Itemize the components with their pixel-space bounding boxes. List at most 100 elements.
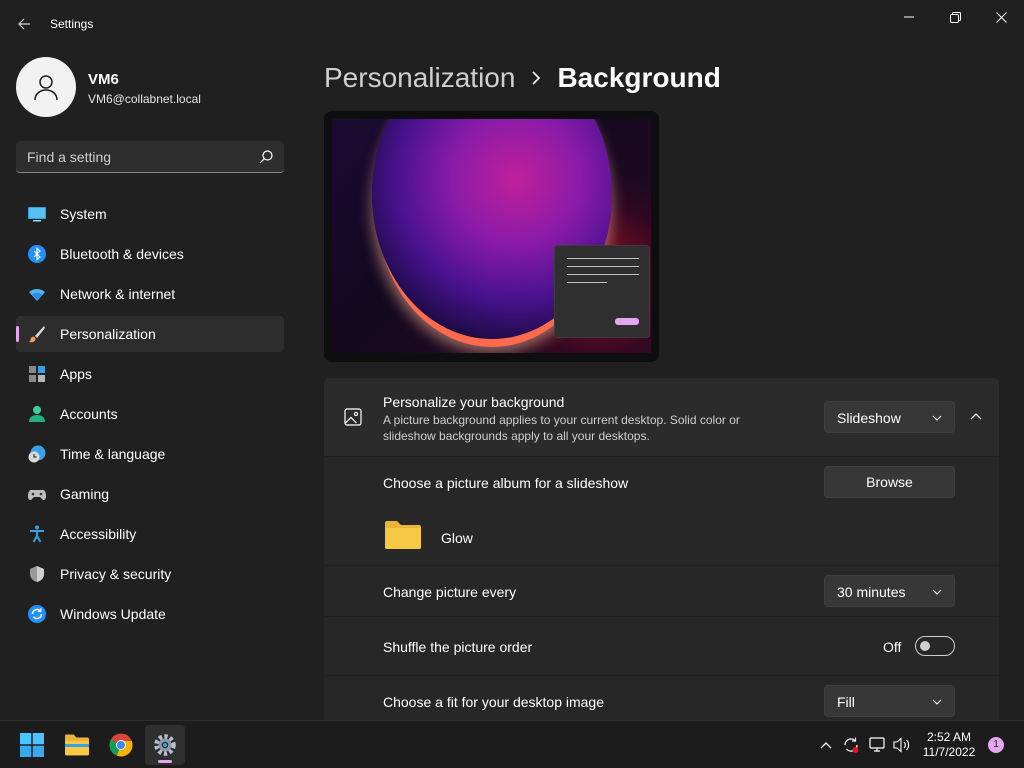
page-title: Background bbox=[557, 62, 721, 93]
sidebar-item-label: Network & internet bbox=[60, 286, 176, 302]
restore-icon bbox=[949, 11, 961, 23]
chrome-button[interactable] bbox=[101, 725, 141, 765]
chevron-up-icon bbox=[820, 742, 832, 749]
user-name: VM6 bbox=[88, 71, 119, 88]
sidebar-item-accounts[interactable]: Accounts bbox=[16, 396, 284, 432]
back-arrow-icon bbox=[18, 18, 30, 30]
person-icon bbox=[29, 406, 45, 422]
shuffle-toggle[interactable] bbox=[915, 636, 955, 656]
change-picture-row: Change picture every 30 minutes bbox=[324, 566, 999, 616]
sidebar-item-personalization[interactable]: Personalization bbox=[16, 316, 284, 352]
collapse-button[interactable] bbox=[962, 402, 990, 430]
browse-button[interactable]: Browse bbox=[824, 466, 955, 498]
sidebar-item-label: Accounts bbox=[60, 406, 118, 422]
personalize-description: A picture background applies to your cur… bbox=[383, 413, 740, 443]
person-icon bbox=[34, 75, 58, 101]
accessibility-icon bbox=[30, 525, 44, 543]
app-title: Settings bbox=[50, 17, 94, 31]
paintbrush-icon bbox=[28, 326, 45, 343]
clock-date: 11/7/2022 bbox=[922, 745, 976, 759]
wallpaper-preview-image bbox=[332, 119, 651, 353]
sidebar-item-apps[interactable]: Apps bbox=[16, 356, 284, 392]
sync-alert-icon bbox=[844, 737, 859, 753]
gamepad-icon bbox=[28, 490, 46, 500]
windows-start-icon bbox=[20, 733, 44, 757]
sidebar-item-label: Time & language bbox=[60, 446, 166, 462]
sidebar-item-network[interactable]: Network & internet bbox=[16, 276, 284, 312]
dropdown-value: Fill bbox=[837, 694, 855, 710]
file-explorer-button[interactable] bbox=[57, 725, 97, 765]
sidebar-item-label: Gaming bbox=[60, 486, 110, 502]
fit-dropdown[interactable]: Fill bbox=[824, 685, 955, 717]
fit-title: Choose a fit for your desktop image bbox=[383, 694, 605, 710]
volume-tray-button[interactable] bbox=[893, 736, 911, 754]
network-tray-button[interactable] bbox=[869, 736, 887, 754]
search-icon[interactable] bbox=[258, 149, 274, 165]
chevron-right-icon bbox=[531, 70, 541, 86]
sidebar-item-time-language[interactable]: Time & language bbox=[16, 436, 284, 472]
restore-button[interactable] bbox=[932, 4, 978, 30]
change-interval-dropdown[interactable]: 30 minutes bbox=[824, 575, 955, 607]
sidebar-item-windows-update[interactable]: Windows Update bbox=[16, 596, 284, 632]
search-box[interactable] bbox=[16, 141, 284, 173]
breadcrumb-parent[interactable]: Personalization bbox=[324, 62, 515, 94]
shuffle-row: Shuffle the picture order Off bbox=[324, 617, 999, 675]
network-icon bbox=[869, 737, 885, 752]
notification-badge[interactable]: 1 bbox=[988, 737, 1004, 753]
settings-icon bbox=[154, 734, 176, 756]
image-icon bbox=[344, 408, 362, 426]
close-button[interactable] bbox=[978, 4, 1024, 30]
chevron-down-icon bbox=[932, 415, 942, 421]
user-email: VM6@collabnet.local bbox=[88, 92, 201, 106]
sidebar-item-bluetooth[interactable]: Bluetooth & devices bbox=[16, 236, 284, 272]
sidebar-item-label: Accessibility bbox=[60, 526, 137, 542]
volume-icon bbox=[893, 737, 910, 753]
preview-accent-button bbox=[615, 318, 639, 325]
fit-row: Choose a fit for your desktop image Fill bbox=[324, 676, 999, 720]
taskbar-clock[interactable]: 2:52 AM 11/7/2022 bbox=[916, 730, 982, 760]
search-input[interactable] bbox=[16, 141, 246, 172]
file-explorer-icon bbox=[65, 734, 89, 756]
clock-time: 2:52 AM bbox=[926, 730, 972, 744]
sidebar-item-gaming[interactable]: Gaming bbox=[16, 476, 284, 512]
sidebar-item-privacy[interactable]: Privacy & security bbox=[16, 556, 284, 592]
chrome-icon bbox=[109, 733, 133, 757]
sidebar-item-label: System bbox=[60, 206, 107, 222]
start-button[interactable] bbox=[12, 725, 52, 765]
chevron-down-icon bbox=[932, 699, 942, 705]
bluetooth-icon bbox=[28, 245, 46, 263]
avatar bbox=[16, 57, 76, 117]
shield-icon bbox=[30, 566, 44, 582]
title-bar: Settings bbox=[0, 0, 1024, 48]
personalize-background-row: Personalize your background A picture ba… bbox=[324, 378, 999, 456]
slideshow-album-row: Choose a picture album for a slideshow B… bbox=[324, 457, 999, 565]
sidebar-item-label: Apps bbox=[60, 366, 92, 382]
dropdown-value: Slideshow bbox=[837, 410, 901, 426]
album-folder-name: Glow bbox=[441, 530, 473, 546]
toggle-state-label: Off bbox=[883, 639, 902, 655]
album-title: Choose a picture album for a slideshow bbox=[383, 475, 629, 491]
desktop-preview bbox=[324, 111, 659, 362]
chevron-up-icon bbox=[970, 413, 982, 420]
sidebar-item-label: Bluetooth & devices bbox=[60, 246, 184, 262]
settings-taskbar-button[interactable] bbox=[145, 725, 185, 765]
sidebar-item-system[interactable]: System bbox=[16, 196, 284, 232]
taskbar: 2:52 AM 11/7/2022 1 bbox=[0, 720, 1024, 768]
chevron-down-icon bbox=[932, 589, 942, 595]
sidebar-item-label: Privacy & security bbox=[60, 566, 172, 582]
sidebar-nav: System Bluetooth & devices Network & int… bbox=[16, 196, 284, 636]
minimize-icon bbox=[904, 16, 914, 18]
clock-globe-icon bbox=[28, 445, 46, 463]
sidebar-item-label: Windows Update bbox=[60, 606, 166, 622]
sidebar-item-accessibility[interactable]: Accessibility bbox=[16, 516, 284, 552]
sync-tray-button[interactable] bbox=[842, 736, 860, 754]
monitor-icon bbox=[28, 207, 46, 222]
breadcrumb: Personalization Background bbox=[324, 58, 721, 98]
back-button[interactable] bbox=[12, 10, 36, 38]
show-hidden-icons-button[interactable] bbox=[817, 736, 835, 754]
background-type-dropdown[interactable]: Slideshow bbox=[824, 401, 955, 433]
change-picture-title: Change picture every bbox=[383, 584, 517, 600]
dropdown-value: 30 minutes bbox=[837, 584, 906, 600]
minimize-button[interactable] bbox=[886, 4, 932, 30]
update-icon bbox=[28, 605, 46, 623]
